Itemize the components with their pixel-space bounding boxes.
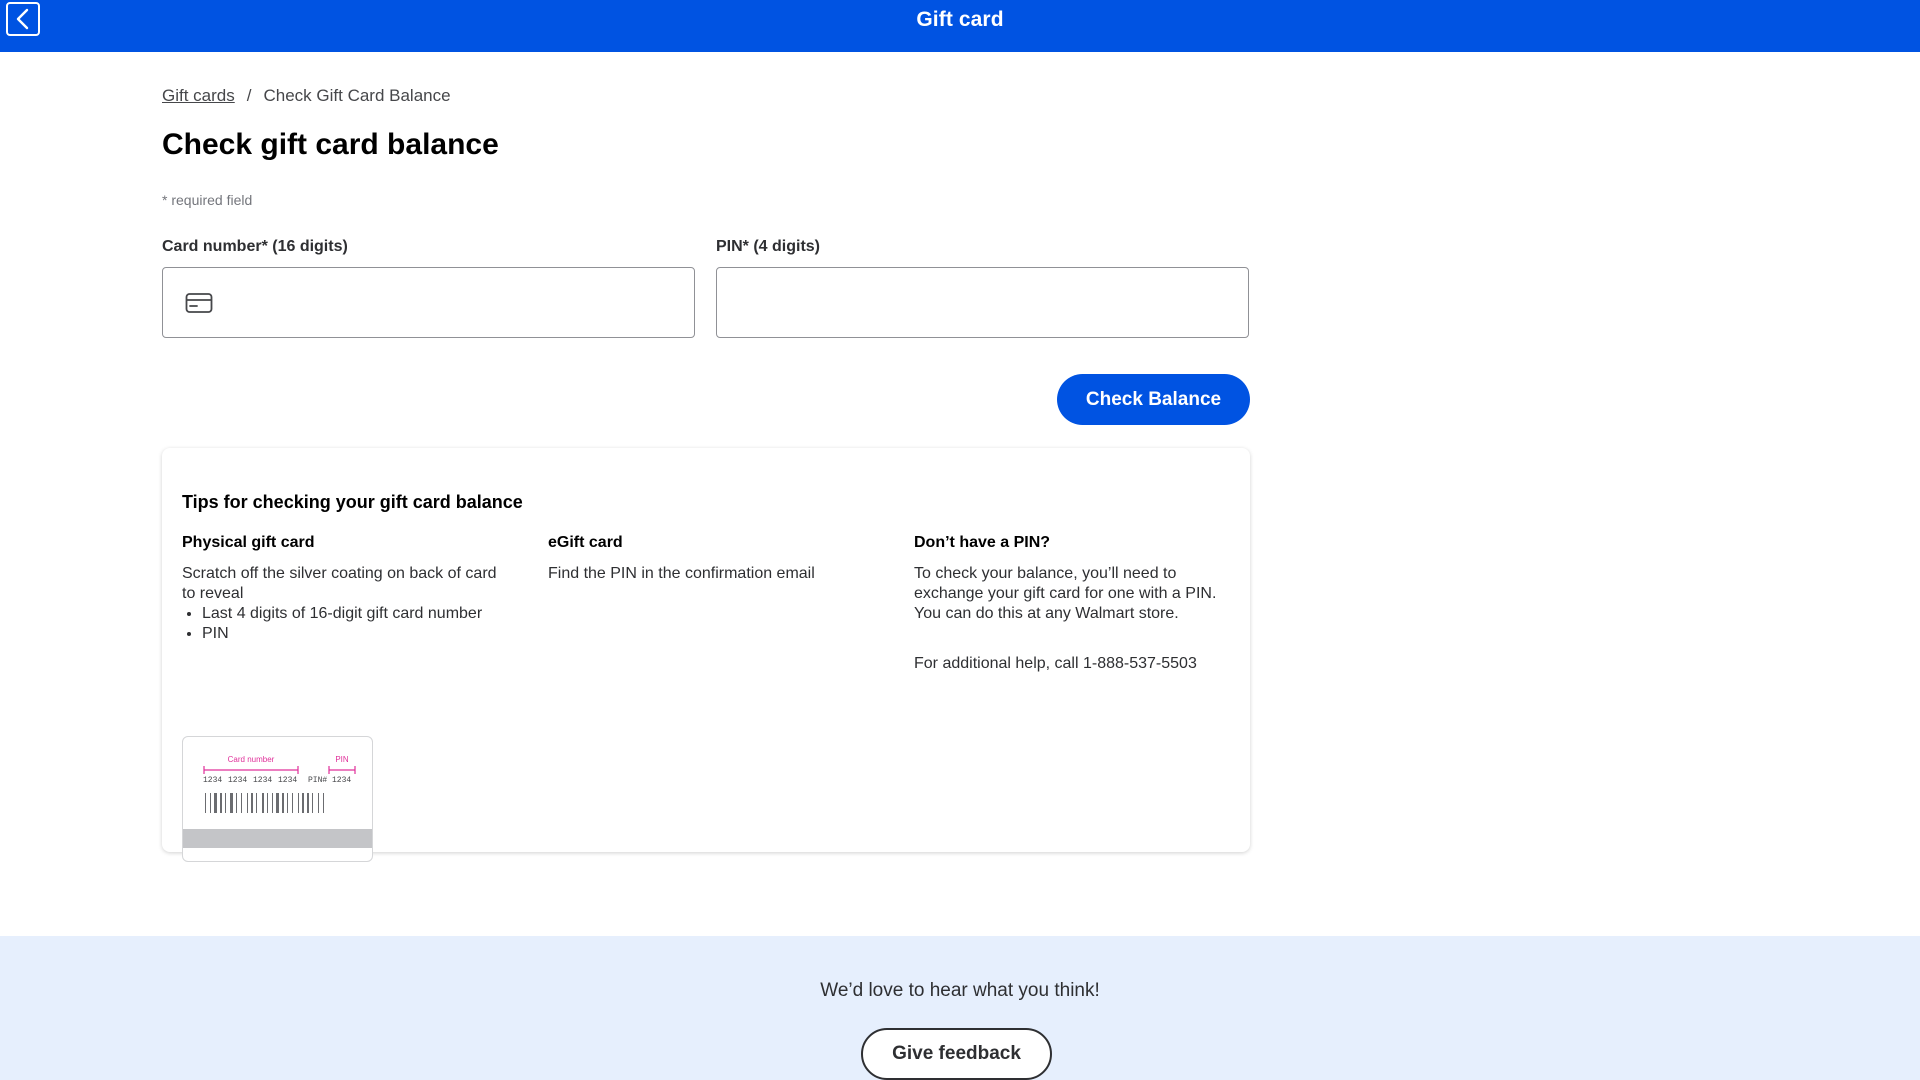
tip-egift-text: Find the PIN in the confirmation email <box>548 565 815 582</box>
list-item: PIN <box>202 624 502 644</box>
breadcrumb-separator: / <box>246 86 252 105</box>
feedback-text: We’d love to hear what you think! <box>820 980 1100 1001</box>
back-button[interactable] <box>6 2 40 36</box>
tip-physical-card: Physical gift card Scratch off the silve… <box>182 534 502 644</box>
page-title: Check gift card balance <box>162 128 499 161</box>
give-feedback-button[interactable]: Give feedback <box>861 1028 1052 1080</box>
tip-egift-card: eGift card Find the PIN in the confirmat… <box>548 534 868 584</box>
card-image-pin-label: PIN <box>335 755 349 764</box>
tips-title: Tips for checking your gift card balance <box>182 492 523 512</box>
pin-input[interactable] <box>717 268 1248 337</box>
chevron-left-icon <box>16 8 29 30</box>
tip-physical-text: Scratch off the silver coating on back o… <box>182 565 497 602</box>
card-number-field[interactable] <box>162 267 695 338</box>
pin-label: PIN* (4 digits) <box>716 238 821 255</box>
tip-egift-heading: eGift card <box>548 534 623 551</box>
tip-physical-list: Last 4 digits of 16-digit gift card numb… <box>182 604 502 644</box>
card-number-label: Card number* (16 digits) <box>162 238 348 255</box>
tip-no-pin: Don’t have a PIN? To check your balance,… <box>914 534 1239 674</box>
tip-no-pin-text: To check your balance, you’ll need to ex… <box>914 565 1217 622</box>
tips-card: Tips for checking your gift card balance… <box>162 448 1250 862</box>
gift-card-back-image: Card number PIN 1234 1234 1234 1234 PIN#… <box>182 736 373 862</box>
tip-physical-heading: Physical gift card <box>182 534 315 551</box>
card-image-digit-group: 1234 <box>253 776 272 785</box>
barcode-image <box>205 793 324 813</box>
card-image-card-number-label: Card number <box>228 755 275 764</box>
help-phone-text: For additional help, call 1-888-537-5503 <box>914 655 1197 672</box>
card-image-digit-group: 1234 <box>228 776 247 785</box>
breadcrumb-link-gift-cards[interactable]: Gift cards <box>162 86 235 106</box>
header-bar: Gift card <box>0 0 1920 52</box>
list-item: Last 4 digits of 16-digit gift card numb… <box>202 604 502 624</box>
card-image-digit-group: 1234 <box>203 776 222 785</box>
pin-field[interactable] <box>716 267 1249 338</box>
card-image-pin-digits: PIN# 1234 <box>308 776 351 785</box>
card-image-digit-group: 1234 <box>278 776 297 785</box>
header-title: Gift card <box>916 8 1004 31</box>
breadcrumb-current: Check Gift Card Balance <box>263 86 451 105</box>
gift-card-illustration: Card number PIN 1234 1234 1234 1234 PIN#… <box>183 755 372 848</box>
card-number-input[interactable] <box>213 268 694 337</box>
breadcrumb: Gift cards / Check Gift Card Balance <box>162 86 451 106</box>
tip-no-pin-heading: Don’t have a PIN? <box>914 534 1051 551</box>
feedback-section: We’d love to hear what you think! Give f… <box>0 936 1920 1080</box>
credit-card-icon <box>185 292 213 313</box>
required-field-note: * required field <box>162 192 253 208</box>
check-balance-button[interactable]: Check Balance <box>1057 374 1250 425</box>
page: Gift card Gift cards / Check Gift Card B… <box>0 0 1920 1080</box>
